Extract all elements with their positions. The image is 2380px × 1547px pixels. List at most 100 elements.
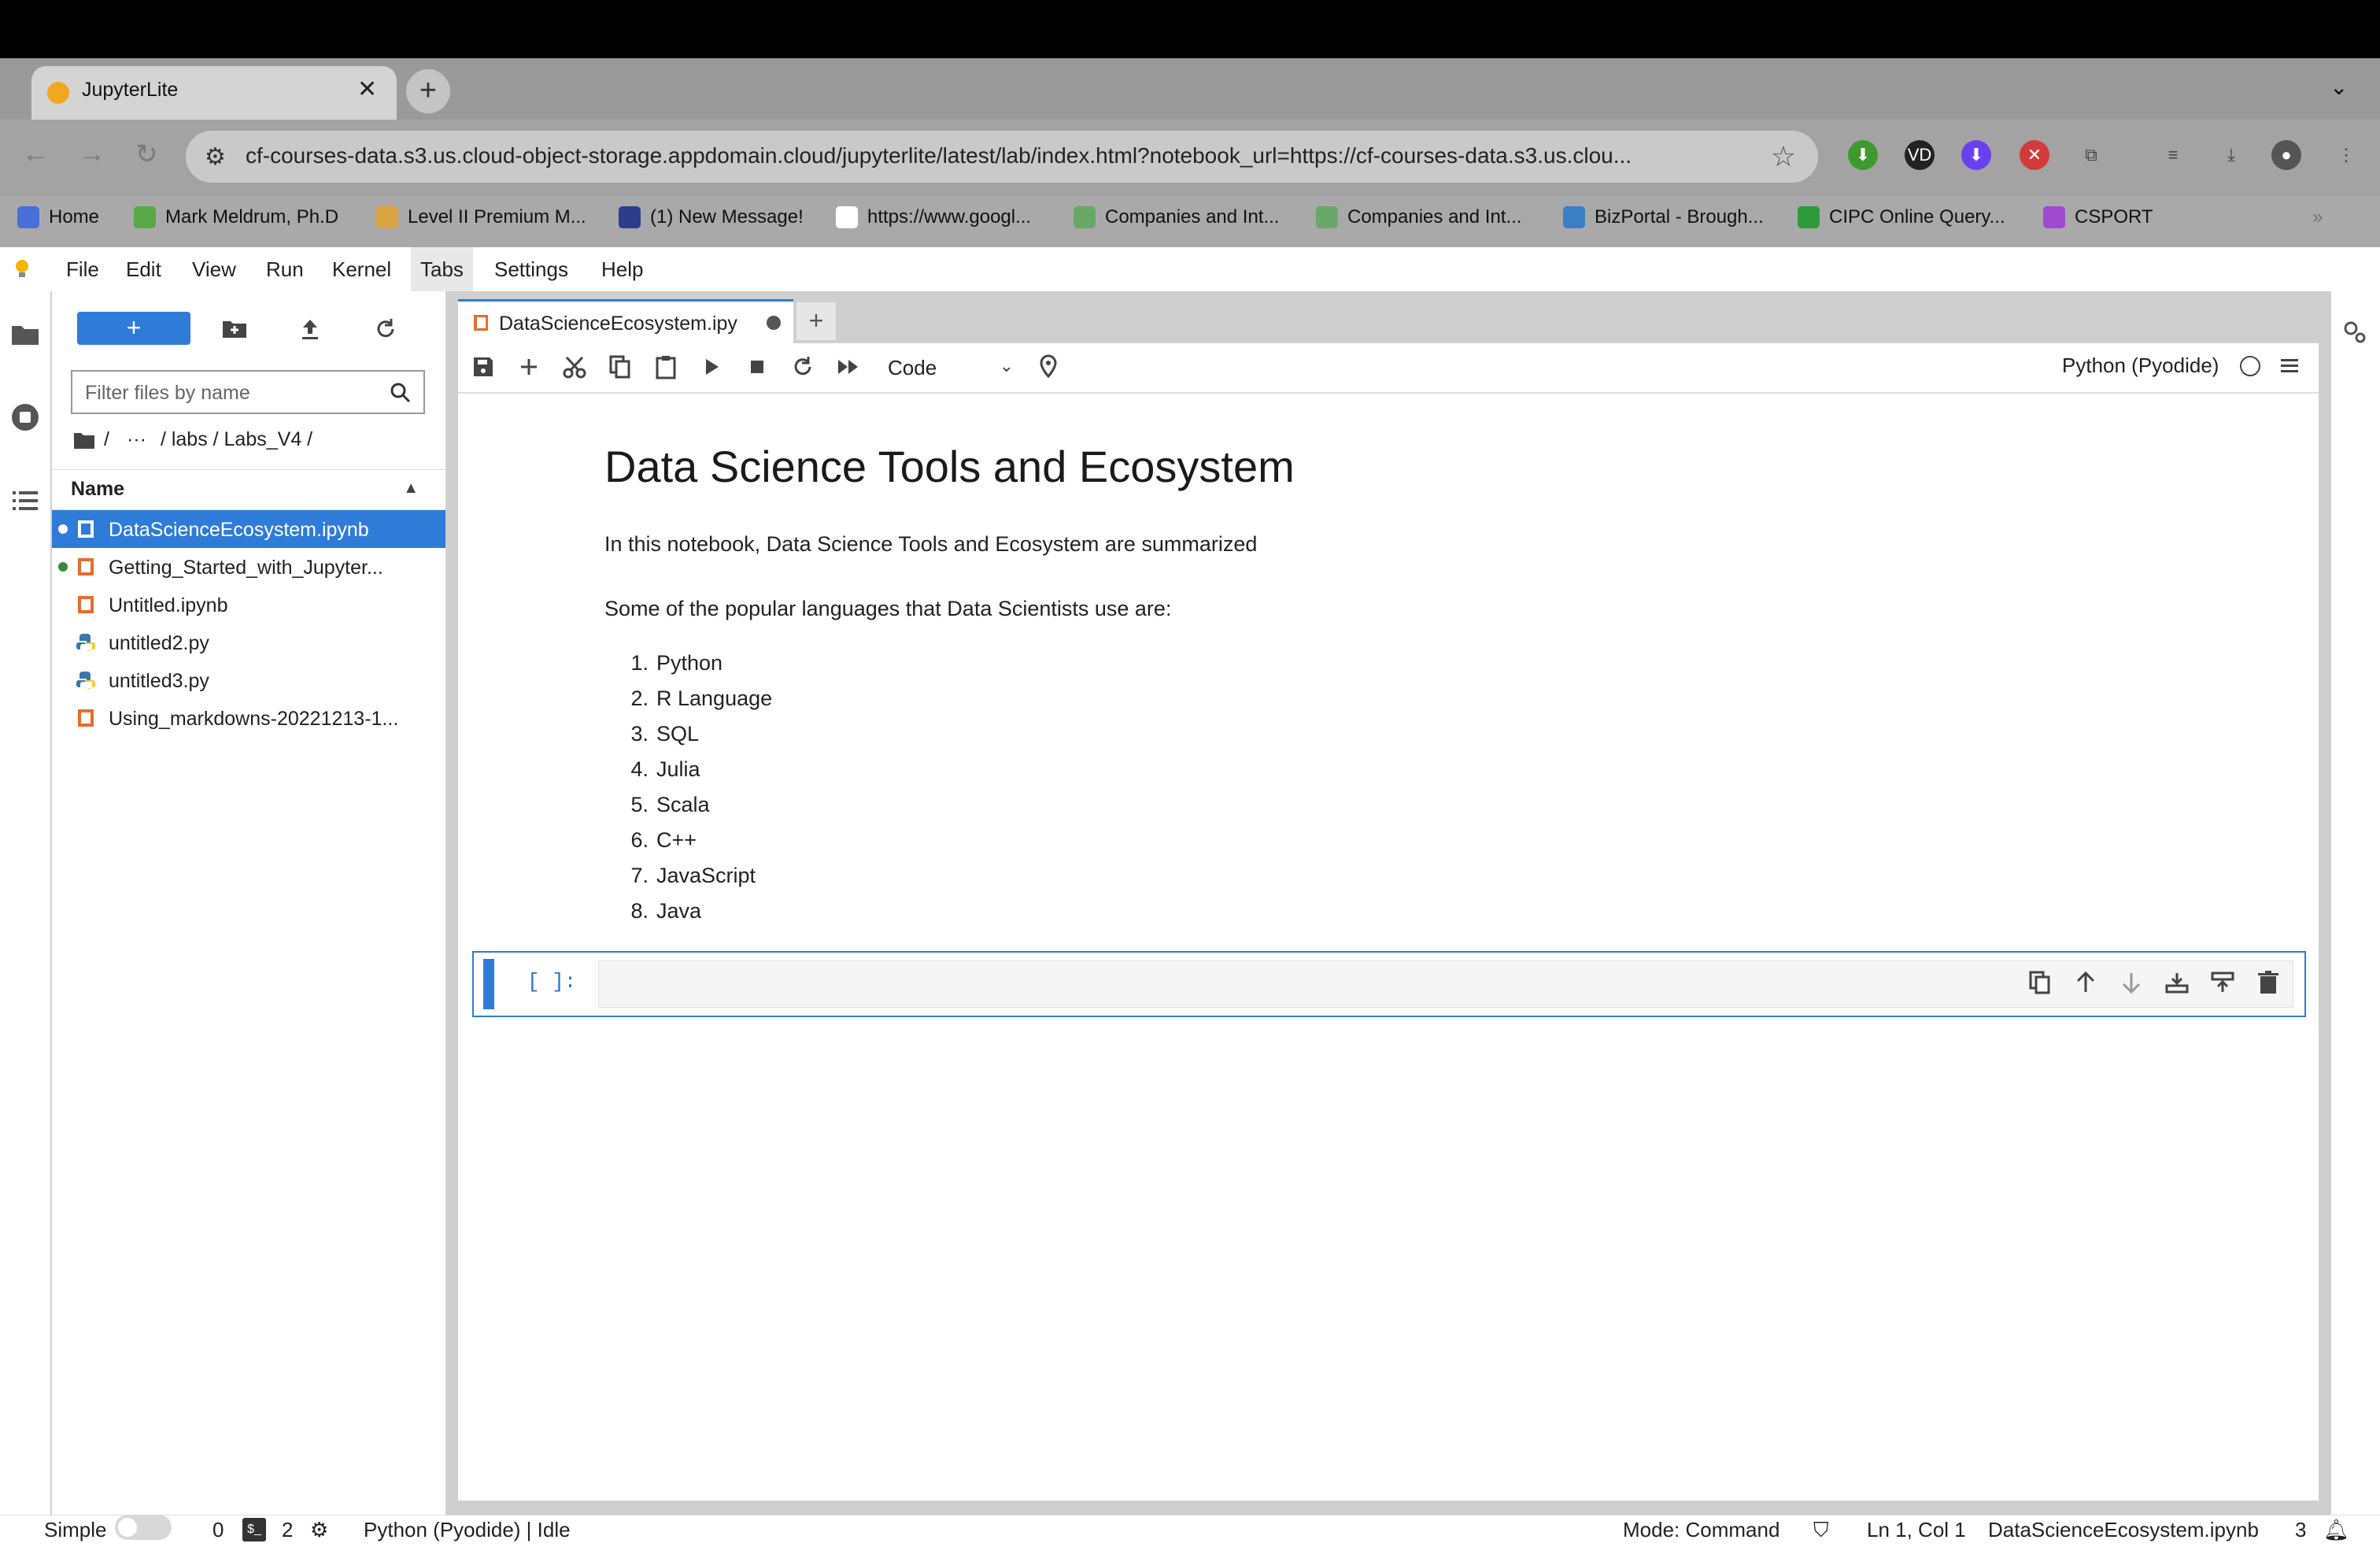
- paste-icon[interactable]: [652, 353, 680, 381]
- move-down-icon[interactable]: [2117, 968, 2145, 997]
- cell-type-dropdown[interactable]: Code ⌄: [878, 351, 1020, 383]
- delete-cell-icon[interactable]: [2254, 968, 2282, 997]
- menu-run[interactable]: Run: [257, 247, 313, 291]
- terminal-count[interactable]: 0: [213, 1518, 224, 1542]
- kernel-name-button[interactable]: Python (Pyodide): [2062, 353, 2219, 378]
- save-icon[interactable]: [469, 353, 497, 381]
- reading-list-icon[interactable]: ≡: [2158, 140, 2188, 170]
- browser-menu-icon[interactable]: ⋮: [2331, 140, 2361, 170]
- cursor-position[interactable]: Ln 1, Col 1: [1867, 1518, 1966, 1542]
- table-of-contents-icon[interactable]: [9, 485, 41, 516]
- folder-icon[interactable]: [9, 318, 41, 350]
- bookmark-star-icon[interactable]: ☆: [1771, 140, 1796, 173]
- restart-run-all-icon[interactable]: [834, 353, 863, 381]
- terminal-icon[interactable]: $_: [242, 1518, 266, 1541]
- bookmark-item[interactable]: CIPC Online Query...: [1798, 206, 2005, 228]
- new-tab-button[interactable]: +: [406, 69, 450, 113]
- home-folder-icon[interactable]: [72, 430, 96, 450]
- red-extension-icon[interactable]: ✕: [2020, 140, 2049, 170]
- purple-download-extension-icon[interactable]: ⬇: [1961, 140, 1991, 170]
- copy-icon[interactable]: [606, 353, 634, 381]
- insert-cell-icon[interactable]: [515, 353, 543, 381]
- bookmark-item[interactable]: Level II Premium M...: [376, 206, 586, 228]
- menu-edit[interactable]: Edit: [116, 247, 171, 291]
- tab-close-icon[interactable]: ✕: [357, 76, 377, 103]
- file-list-header[interactable]: Name ▲: [52, 469, 445, 510]
- downloads-icon[interactable]: ⤓: [2216, 140, 2246, 170]
- site-settings-icon[interactable]: ⚙: [205, 143, 226, 171]
- unsaved-dot-icon[interactable]: [767, 316, 781, 330]
- google-favicon-icon: [836, 206, 858, 228]
- file-list-item[interactable]: Getting_Started_with_Jupyter...: [52, 548, 445, 586]
- kernel-menu-icon[interactable]: [2279, 356, 2300, 376]
- menu-file[interactable]: File: [57, 247, 109, 291]
- menu-help[interactable]: Help: [592, 247, 652, 291]
- bookmark-item[interactable]: BizPortal - Brough...: [1563, 206, 1764, 228]
- property-inspector-gear-icon[interactable]: [2341, 318, 2369, 346]
- bookmark-item[interactable]: Mark Meldrum, Ph.D: [134, 206, 338, 228]
- pin-location-icon[interactable]: [1034, 353, 1062, 381]
- menu-view[interactable]: View: [183, 247, 246, 291]
- cell-collapser[interactable]: [483, 959, 494, 1009]
- breadcrumb-ellipsis[interactable]: ···: [127, 428, 146, 451]
- vd-extension-icon[interactable]: VD: [1905, 140, 1935, 170]
- kernel-count[interactable]: 2: [282, 1518, 293, 1542]
- forward-arrow-icon[interactable]: →: [79, 139, 105, 169]
- extensions-puzzle-icon[interactable]: ⧉: [2076, 140, 2106, 170]
- bookmark-item[interactable]: Companies and Int...: [1316, 206, 1521, 228]
- notification-count[interactable]: 3: [2295, 1518, 2306, 1542]
- new-launcher-button[interactable]: +: [77, 312, 190, 345]
- insert-below-icon[interactable]: [2163, 968, 2191, 997]
- move-up-icon[interactable]: [2071, 968, 2100, 997]
- simple-mode-toggle[interactable]: [115, 1515, 172, 1540]
- address-url[interactable]: cf-courses-data.s3.us.cloud-object-stora…: [246, 143, 1788, 168]
- stop-icon[interactable]: [743, 353, 771, 381]
- notebook-tab[interactable]: DataScienceEcosystem.ipy: [458, 299, 793, 343]
- bookmark-favicon-icon: [1316, 206, 1338, 228]
- menu-kernel[interactable]: Kernel: [323, 247, 401, 291]
- bookmark-item[interactable]: (1) New Message!: [619, 206, 804, 228]
- cut-icon[interactable]: [560, 353, 589, 381]
- notebook-tab-label: DataScienceEcosystem.ipy: [499, 313, 737, 335]
- menu-tabs[interactable]: Tabs: [411, 247, 473, 291]
- add-tab-button[interactable]: +: [796, 302, 836, 340]
- bookmark-item[interactable]: https://www.googl...: [836, 206, 1031, 228]
- restart-kernel-icon[interactable]: [789, 353, 817, 381]
- file-filter-input[interactable]: [83, 381, 370, 405]
- file-list-item[interactable]: untitled3.py: [52, 661, 445, 699]
- shield-icon[interactable]: ⛉: [1813, 1518, 1829, 1543]
- file-list-item[interactable]: Using_markdowns-20221213-1...: [52, 699, 445, 737]
- download-extension-icon[interactable]: ⬇: [1848, 140, 1878, 170]
- file-list-item[interactable]: DataScienceEcosystem.ipynb: [52, 510, 445, 548]
- back-arrow-icon[interactable]: ←: [22, 139, 49, 169]
- bookmark-item[interactable]: Home: [17, 206, 99, 228]
- menu-settings[interactable]: Settings: [485, 247, 578, 291]
- browser-tab[interactable]: JupyterLite ✕: [31, 66, 397, 120]
- bookmarks-overflow-icon[interactable]: »: [2312, 206, 2323, 228]
- breadcrumb-root[interactable]: /: [104, 428, 109, 451]
- kernel-gear-icon[interactable]: ⚙: [310, 1518, 328, 1542]
- address-bar[interactable]: ⚙ cf-courses-data.s3.us.cloud-object-sto…: [186, 131, 1818, 183]
- breadcrumb-path[interactable]: / labs / Labs_V4 /: [161, 428, 312, 451]
- running-kernels-icon[interactable]: [9, 402, 41, 433]
- new-folder-icon[interactable]: [220, 315, 249, 343]
- profile-avatar[interactable]: ●: [2271, 140, 2301, 170]
- markdown-heading: Data Science Tools and Ecosystem: [604, 442, 1295, 491]
- refresh-icon[interactable]: [371, 315, 400, 343]
- notification-bell-icon[interactable]: 🔔︎: [2323, 1518, 2349, 1542]
- bookmark-item[interactable]: Companies and Int...: [1074, 206, 1279, 228]
- upload-icon[interactable]: [296, 315, 324, 343]
- insert-above-icon[interactable]: [2208, 968, 2237, 997]
- file-list-item[interactable]: Untitled.ipynb: [52, 586, 445, 624]
- tab-search-chevron-icon[interactable]: ⌄: [2330, 74, 2348, 100]
- sort-ascending-icon[interactable]: ▲: [403, 479, 419, 498]
- duplicate-cell-icon[interactable]: [2026, 968, 2054, 997]
- kernel-status-text[interactable]: Python (Pyodide) | Idle: [364, 1518, 571, 1542]
- reload-icon[interactable]: ↻: [135, 139, 158, 170]
- name-column-header[interactable]: Name: [71, 478, 124, 501]
- file-filter-box[interactable]: [71, 370, 425, 414]
- bookmark-item[interactable]: CSPORT: [2043, 206, 2153, 228]
- notebook-file-icon: [78, 558, 94, 575]
- file-list-item[interactable]: untitled2.py: [52, 624, 445, 661]
- run-icon[interactable]: [697, 353, 726, 381]
